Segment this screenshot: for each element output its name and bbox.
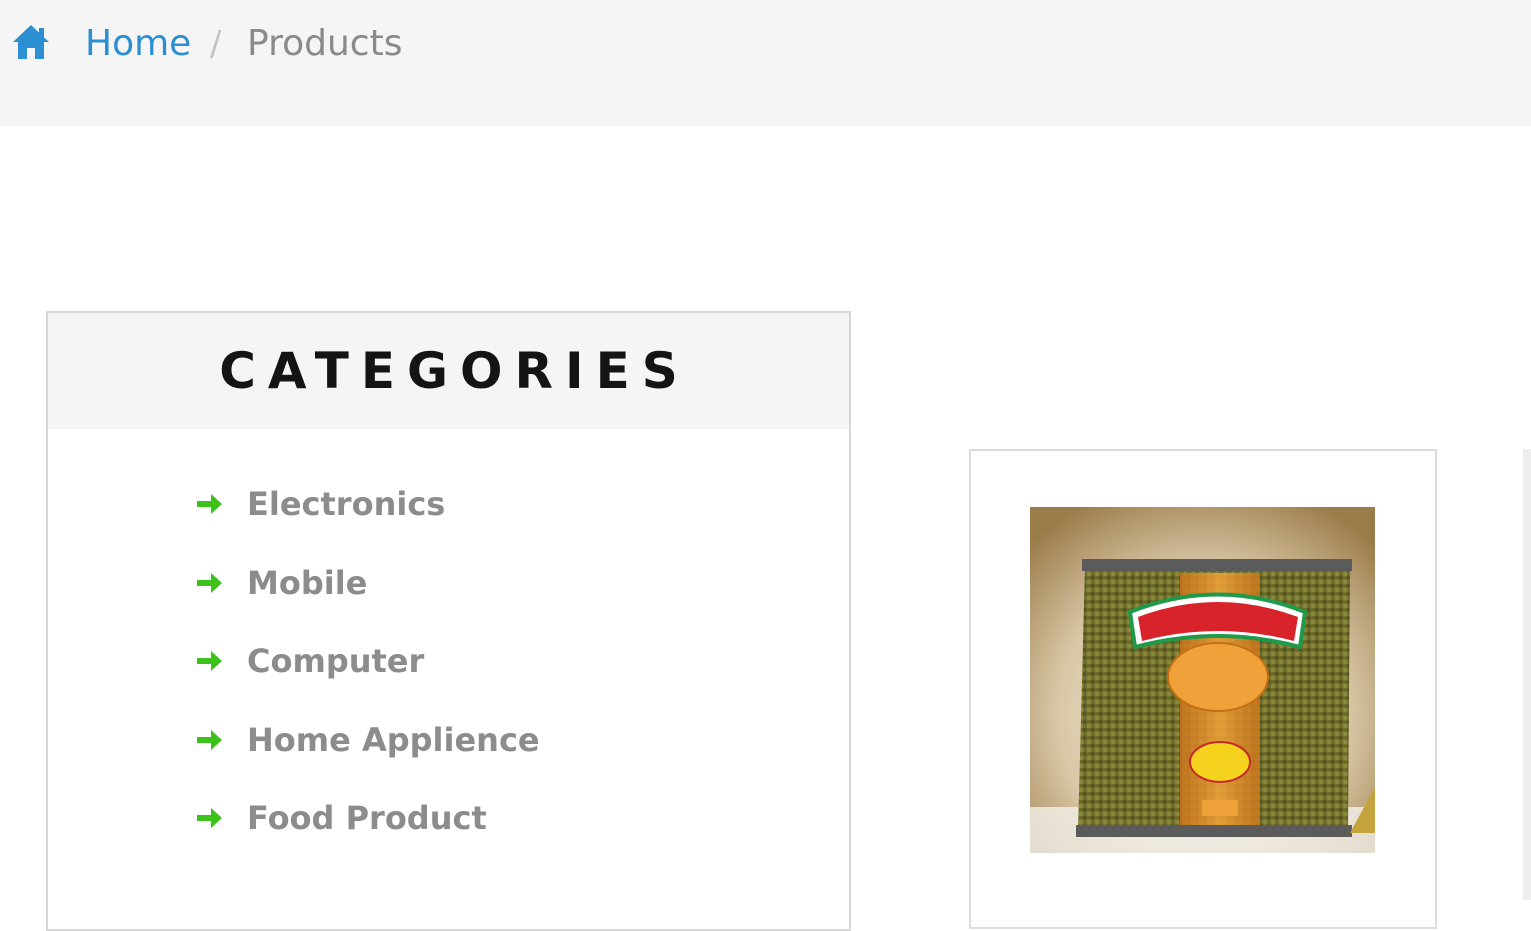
product-image[interactable]: [1030, 507, 1375, 853]
category-label[interactable]: Electronics: [247, 485, 445, 523]
product-card[interactable]: [969, 449, 1437, 929]
categories-panel: CATEGORIES Electronics Mobile Computer H…: [46, 311, 851, 931]
breadcrumb-current: Products: [247, 23, 403, 64]
arrow-right-icon: [197, 651, 222, 672]
category-item-home-applience[interactable]: Home Applience: [194, 701, 540, 780]
category-label[interactable]: Food Product: [247, 799, 487, 837]
category-item-electronics[interactable]: Electronics: [194, 465, 540, 544]
breadcrumb-separator: /: [210, 24, 222, 64]
categories-header: CATEGORIES: [48, 313, 849, 429]
arrow-right-icon: [197, 729, 222, 750]
arrow-right-icon: [197, 494, 222, 515]
category-item-food-product[interactable]: Food Product: [194, 779, 540, 858]
category-label[interactable]: Home Applience: [247, 721, 540, 759]
category-list: Electronics Mobile Computer Home Applien…: [194, 485, 540, 896]
breadcrumb: Home / Products: [0, 0, 1531, 126]
next-product-card-edge: [1523, 449, 1531, 900]
categories-title: CATEGORIES: [219, 342, 690, 400]
arrow-right-icon: [197, 572, 222, 593]
breadcrumb-home-link[interactable]: Home: [85, 20, 191, 68]
category-item-computer[interactable]: Computer: [194, 622, 540, 701]
category-label[interactable]: Computer: [247, 642, 424, 680]
home-icon[interactable]: [11, 22, 51, 62]
category-label[interactable]: Mobile: [247, 564, 367, 602]
arrow-right-icon: [197, 808, 222, 829]
category-item-mobile[interactable]: Mobile: [194, 544, 540, 623]
